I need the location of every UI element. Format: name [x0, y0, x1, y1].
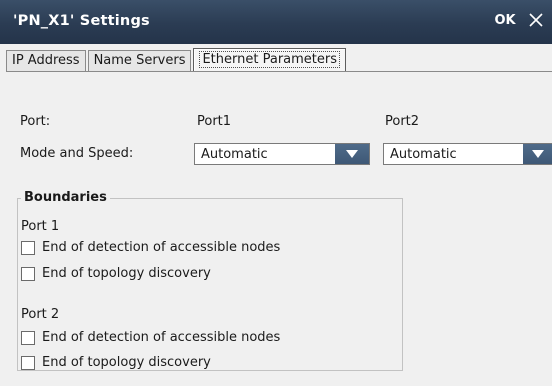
- port1-end-topology-label: End of topology discovery: [42, 266, 211, 281]
- port2-end-detection-option[interactable]: End of detection of accessible nodes: [21, 330, 280, 345]
- port1-end-detection-option[interactable]: End of detection of accessible nodes: [21, 240, 280, 255]
- port1-mode-value: Automatic: [201, 147, 268, 162]
- port1-end-topology-checkbox[interactable]: [21, 266, 35, 281]
- tab-ip-address[interactable]: IP Address: [6, 50, 86, 71]
- boundaries-title: Boundaries: [21, 190, 110, 205]
- window-title: 'PN_X1' Settings: [13, 13, 150, 29]
- port1-end-detection-checkbox[interactable]: [21, 240, 35, 255]
- port1-end-topology-option[interactable]: End of topology discovery: [21, 266, 211, 281]
- tab-ethernet-parameters-label: Ethernet Parameters: [199, 51, 341, 68]
- port1-dropdown-button[interactable]: [335, 144, 369, 164]
- close-button[interactable]: [522, 6, 550, 34]
- tab-divider: [6, 71, 552, 72]
- port1-mode-select[interactable]: Automatic: [194, 143, 370, 165]
- port2-end-topology-label: End of topology discovery: [42, 355, 211, 370]
- boundaries-port2-label: Port 2: [21, 307, 60, 322]
- port1-column-label: Port1: [197, 114, 232, 129]
- port2-mode-value: Automatic: [390, 147, 457, 162]
- port2-end-topology-option[interactable]: End of topology discovery: [21, 355, 211, 370]
- port1-end-detection-label: End of detection of accessible nodes: [42, 240, 281, 255]
- port2-end-detection-label: End of detection of accessible nodes: [42, 330, 281, 345]
- tab-bar: IP Address Name Servers Ethernet Paramet…: [6, 47, 348, 72]
- title-bar: 'PN_X1' Settings OK: [0, 0, 552, 44]
- mode-speed-label: Mode and Speed:: [20, 146, 134, 161]
- port-label: Port:: [20, 114, 51, 129]
- boundaries-port1-label: Port 1: [21, 219, 60, 234]
- port2-end-topology-checkbox[interactable]: [21, 355, 35, 370]
- port2-end-detection-checkbox[interactable]: [21, 330, 35, 345]
- close-icon: [529, 13, 543, 27]
- port2-dropdown-button[interactable]: [523, 144, 552, 164]
- boundaries-group: [17, 198, 403, 371]
- port2-mode-select[interactable]: Automatic: [383, 143, 552, 165]
- chevron-down-icon: [531, 150, 544, 158]
- tab-ethernet-parameters[interactable]: Ethernet Parameters: [193, 48, 347, 72]
- tab-name-servers[interactable]: Name Servers: [87, 50, 192, 71]
- ok-button[interactable]: OK: [491, 6, 519, 34]
- chevron-down-icon: [346, 150, 358, 158]
- port2-column-label: Port2: [385, 114, 420, 129]
